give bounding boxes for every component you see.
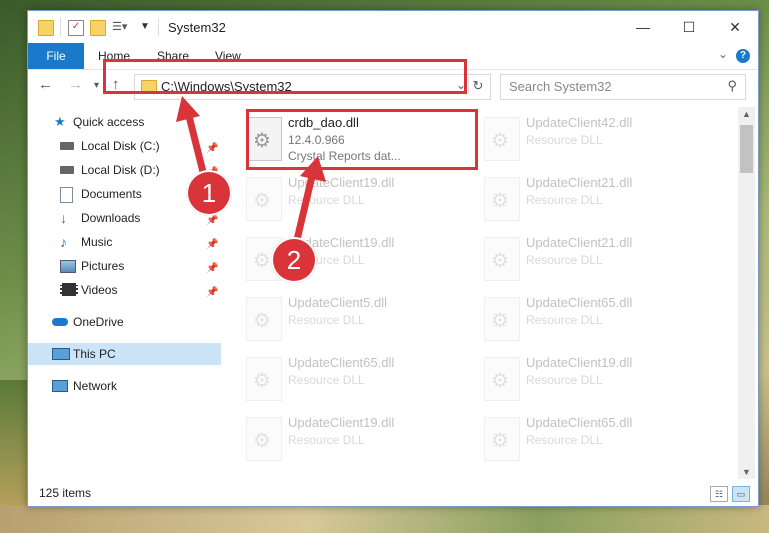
step-1-badge: 1	[186, 170, 232, 216]
annotation-arrows	[176, 96, 326, 248]
step-2-badge: 2	[271, 237, 317, 283]
